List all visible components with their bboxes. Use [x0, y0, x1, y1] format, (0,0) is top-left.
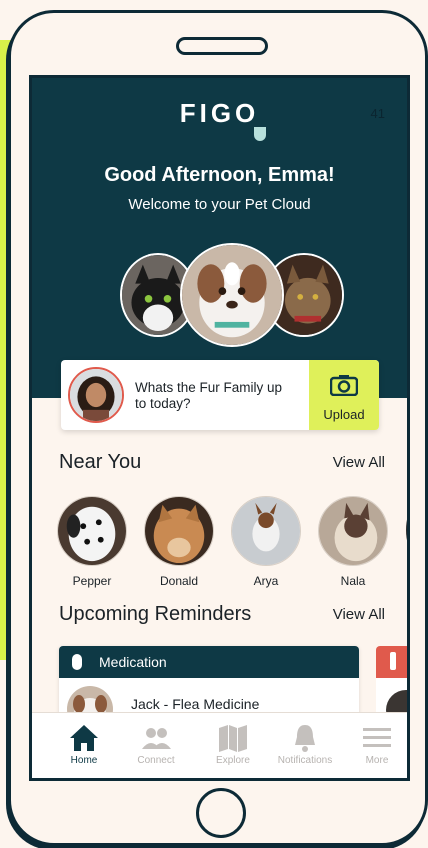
tab-explore[interactable]: Explore — [198, 723, 268, 766]
reminders-view-all-link[interactable]: View All — [333, 606, 385, 623]
hero-header: 41 FIGO Good Afternoon, Emma! Welcome to… — [32, 78, 407, 398]
upload-card: Whats the Fur Family up to today? Upload — [61, 360, 379, 430]
tab-more[interactable]: More — [342, 723, 407, 766]
reminder-card-header: Medication — [59, 646, 359, 678]
user-avatar[interactable] — [68, 367, 124, 423]
near-you-view-all-link[interactable]: View All — [333, 454, 385, 471]
reminder-category: Medication — [99, 654, 167, 670]
home-icon — [70, 725, 98, 751]
phone-home-button[interactable] — [196, 788, 246, 838]
near-pet-item[interactable]: Pepper — [56, 496, 128, 588]
app-screen: 41 FIGO Good Afternoon, Emma! Welcome to… — [29, 75, 410, 781]
pet-avatar — [57, 496, 127, 566]
pet-avatar — [144, 496, 214, 566]
greeting-subtitle: Welcome to your Pet Cloud — [128, 196, 311, 213]
tab-home[interactable]: Home — [49, 723, 119, 766]
near-pet-item[interactable]: Nala — [317, 496, 389, 588]
dog-photo-icon — [182, 245, 282, 345]
phone-frame: 41 FIGO Good Afternoon, Emma! Welcome to… — [8, 10, 428, 846]
greeting-title: Good Afternoon, Emma! — [104, 164, 335, 186]
tab-label: More — [365, 755, 389, 766]
tab-label: Explore — [216, 755, 250, 766]
bottom-tab-bar: Home Connect Explore Notifications More — [32, 712, 407, 778]
upload-button[interactable]: Upload — [309, 360, 379, 430]
dog-running-photo-icon — [232, 497, 300, 565]
near-pet-item[interactable]: Donald — [143, 496, 215, 588]
pet-name: Donald — [159, 574, 199, 588]
people-icon — [142, 728, 171, 749]
phone-speaker — [176, 37, 268, 55]
pet-avatar — [318, 496, 388, 566]
ginger-cat-photo-icon — [145, 497, 213, 565]
upload-prompt[interactable]: Whats the Fur Family up to today? — [135, 380, 295, 412]
pet-photo-dog-aussie[interactable] — [180, 243, 284, 347]
near-pet-item-partial[interactable] — [406, 510, 407, 550]
pill-icon — [72, 654, 82, 670]
siamese-cat-photo-icon — [319, 497, 387, 565]
logo-tag-icon — [254, 127, 266, 141]
pet-avatar — [231, 496, 301, 566]
tab-connect[interactable]: Connect — [121, 723, 191, 766]
user-avatar-icon — [70, 369, 122, 421]
tab-notifications[interactable]: Notifications — [270, 723, 340, 766]
map-icon — [219, 725, 247, 752]
near-pet-item[interactable]: Arya — [230, 496, 302, 588]
menu-icon — [363, 728, 391, 747]
pet-name: Pepper — [72, 574, 112, 588]
reminders-title: Upcoming Reminders — [59, 603, 252, 625]
syringe-icon — [390, 652, 396, 670]
reminder-card-header — [376, 646, 407, 678]
tab-label: Connect — [137, 755, 175, 766]
dalmatian-photo-icon — [58, 497, 126, 565]
bell-icon — [295, 725, 315, 752]
near-you-title: Near You — [59, 451, 142, 473]
reminder-title: Jack - Flea Medicine — [131, 696, 260, 712]
camera-icon — [330, 375, 358, 396]
tab-label: Home — [70, 755, 98, 766]
app-logo: FIGO — [179, 98, 260, 128]
pet-name: Arya — [253, 574, 279, 588]
upload-button-label: Upload — [323, 407, 365, 422]
tab-label: Notifications — [277, 755, 333, 766]
pet-name: Nala — [340, 574, 366, 588]
